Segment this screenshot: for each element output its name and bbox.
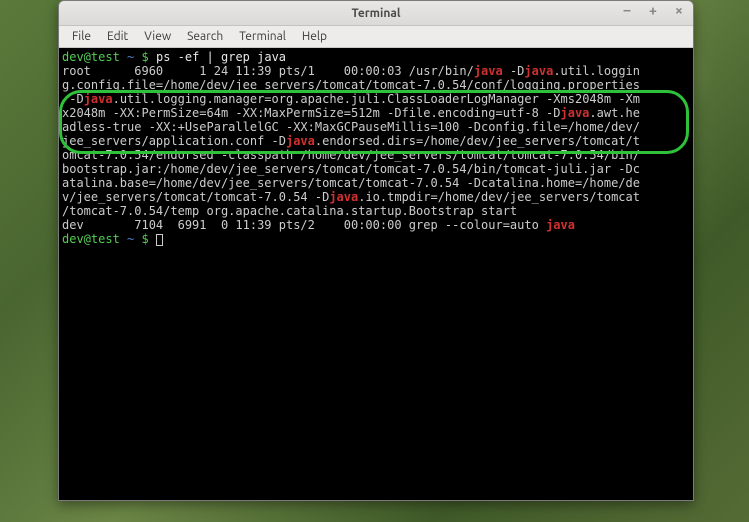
java-highlight: java [286, 134, 315, 148]
output-line: .awt.he [589, 106, 640, 120]
java-highlight: java [474, 64, 503, 78]
window-controls: – + × [621, 4, 685, 16]
prompt-path: ~ [127, 50, 134, 64]
output-line: v/jee_servers/tomcat/tomcat-7.0.54 -D [62, 190, 329, 204]
output-line: .endorsed.dirs=/home/dev/jee_servers/tom… [315, 134, 640, 148]
maximize-button[interactable]: + [647, 4, 659, 16]
cursor [156, 234, 163, 246]
menu-search[interactable]: Search [180, 28, 230, 45]
java-highlight: java [561, 106, 590, 120]
output-line: -D [503, 64, 525, 78]
prompt-symbol: $ [142, 232, 149, 246]
output-line: bootstrap.jar:/home/dev/jee_servers/tomc… [62, 162, 640, 176]
java-highlight: java [524, 64, 553, 78]
output-line: -D [62, 92, 84, 106]
menu-help[interactable]: Help [295, 28, 334, 45]
java-highlight: java [329, 190, 358, 204]
output-line: root 6960 1 24 11:39 pts/1 00:00:03 /usr… [62, 64, 474, 78]
output-line: /tomcat-7.0.54/temp org.apache.catalina.… [62, 204, 517, 218]
output-line: g.config.file=/home/dev/jee_servers/tomc… [62, 78, 640, 92]
minimize-button[interactable]: – [621, 4, 633, 16]
output-line: .io.tmpdir=/home/dev/jee_servers/tomcat [358, 190, 640, 204]
output-line: .util.logging.manager=org.apache.juli.Cl… [113, 92, 640, 106]
output-line: dev 7104 6991 0 11:39 pts/2 00:00:00 gre… [62, 218, 546, 232]
menu-file[interactable]: File [65, 28, 98, 45]
prompt-user: dev@test [62, 50, 120, 64]
window-title: Terminal [351, 7, 400, 20]
command-text: ps -ef | grep java [156, 50, 286, 64]
menu-terminal[interactable]: Terminal [232, 28, 293, 45]
terminal-area[interactable]: dev@test ~ $ ps -ef | grep java root 696… [59, 48, 693, 500]
output-line: atalina.base=/home/dev/jee_servers/tomca… [62, 176, 640, 190]
java-highlight: java [84, 92, 113, 106]
java-highlight: java [546, 218, 575, 232]
close-button[interactable]: × [673, 4, 685, 16]
output-line: adless-true -XX:+UseParallelGC -XX:MaxGC… [62, 120, 640, 134]
prompt-path: ~ [127, 232, 134, 246]
titlebar[interactable]: Terminal – + × [59, 1, 693, 26]
terminal-window: Terminal – + × File Edit View Search Ter… [58, 0, 694, 501]
menu-edit[interactable]: Edit [100, 28, 135, 45]
output-line: .util.loggin [553, 64, 640, 78]
prompt-symbol: $ [142, 50, 149, 64]
prompt-user: dev@test [62, 232, 120, 246]
menu-view[interactable]: View [137, 28, 178, 45]
output-line: x2048m -XX:PermSize=64m -XX:MaxPermSize=… [62, 106, 561, 120]
output-line: omcat-7.0.54/endorsed -classpath /home/d… [62, 148, 640, 162]
menubar: File Edit View Search Terminal Help [59, 26, 693, 48]
output-line: jee_servers/application.conf -D [62, 134, 286, 148]
